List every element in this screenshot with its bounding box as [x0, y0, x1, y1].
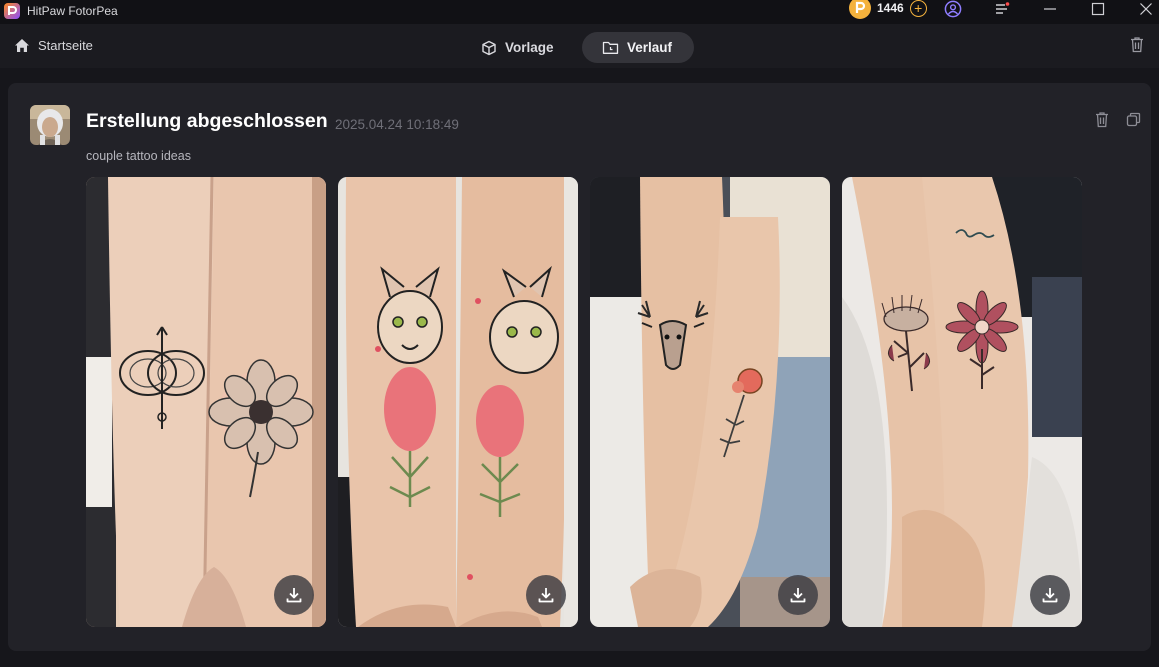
tab-label: Verlauf: [627, 40, 673, 55]
trash-icon[interactable]: [1129, 36, 1145, 53]
home-button[interactable]: Startseite: [14, 38, 93, 53]
home-label: Startseite: [38, 38, 93, 53]
copy-icon[interactable]: [1126, 112, 1141, 127]
download-button[interactable]: [526, 575, 566, 615]
record-title: Erstellung abgeschlossen: [86, 110, 328, 132]
record-timestamp: 2025.04.24 10:18:49: [335, 117, 459, 132]
tab-label: Vorlage: [505, 40, 554, 55]
app-logo-icon: [4, 3, 20, 19]
user-icon[interactable]: [941, 0, 965, 18]
download-icon: [790, 588, 806, 603]
app-title: HitPaw FotorPea: [27, 4, 118, 18]
coin-count: 1446: [877, 1, 904, 15]
maximize-icon[interactable]: [1086, 0, 1110, 18]
add-coin-icon[interactable]: +: [909, 0, 927, 17]
delete-record-icon[interactable]: [1094, 111, 1110, 128]
menu-icon[interactable]: [990, 0, 1014, 18]
download-button[interactable]: [1030, 575, 1070, 615]
close-icon[interactable]: [1134, 0, 1158, 18]
download-icon: [1042, 588, 1058, 603]
avatar: [30, 105, 70, 145]
coin-icon: [849, 0, 871, 19]
tab-verlauf[interactable]: Verlauf: [582, 32, 694, 63]
nav-bar: Startseite Vorlage Verlauf: [0, 24, 1159, 68]
record-prompt: couple tattoo ideas: [86, 149, 191, 163]
title-bar: HitPaw FotorPea 1446 +: [0, 0, 1159, 24]
cube-icon: [482, 40, 496, 55]
tattoo-image-deer-flower: [590, 177, 830, 627]
download-button[interactable]: [778, 575, 818, 615]
home-icon: [15, 39, 29, 52]
tattoo-image-cat-floral: [338, 177, 578, 627]
history-card: Erstellung abgeschlossen 2025.04.24 10:1…: [8, 83, 1151, 651]
tattoo-image-thistle-dahlia: [842, 177, 1082, 627]
download-icon: [286, 588, 302, 603]
tab-vorlage[interactable]: Vorlage: [467, 32, 568, 63]
generated-image[interactable]: [338, 177, 578, 627]
minimize-icon[interactable]: [1038, 0, 1062, 18]
download-icon: [538, 588, 554, 603]
coin-balance[interactable]: 1446 +: [845, 0, 933, 20]
generated-image[interactable]: [842, 177, 1082, 627]
download-button[interactable]: [274, 575, 314, 615]
generated-image[interactable]: [86, 177, 326, 627]
tattoo-image-butterfly-flower: [86, 177, 326, 627]
history-folder-icon: [602, 41, 619, 54]
generated-image[interactable]: [590, 177, 830, 627]
